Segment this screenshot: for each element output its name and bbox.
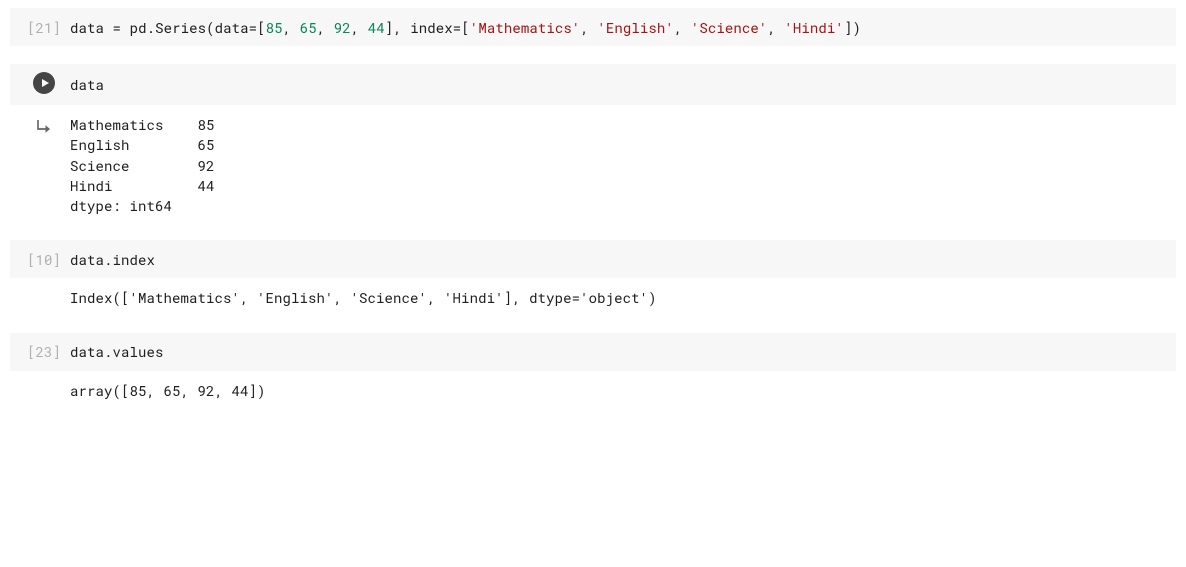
- cell-4-output: array([85, 65, 92, 44]): [70, 381, 266, 401]
- cell-4: [23] data.values array([85, 65, 92, 44]): [10, 333, 1176, 407]
- cell-3-code-row[interactable]: [10] data.index: [10, 240, 1176, 278]
- cell-2: data Mathematics 85 English 65 Science 9…: [10, 64, 1176, 222]
- run-cell-button[interactable]: [31, 70, 57, 96]
- cell-4-output-row: array([85, 65, 92, 44]): [10, 371, 1176, 407]
- output-indicator-icon: [35, 117, 53, 135]
- cell-3-output-gutter: [18, 288, 70, 290]
- cell-4-code-row[interactable]: [23] data.values: [10, 333, 1176, 371]
- cell-2-run-gutter: [18, 70, 70, 99]
- arrow-out-icon: [35, 117, 53, 135]
- cell-3-execution-count: [10]: [18, 250, 70, 269]
- cell-3-output-row: Index(['Mathematics', 'English', 'Scienc…: [10, 278, 1176, 314]
- cell-4-output-gutter: [18, 381, 70, 383]
- cell-3-code[interactable]: data.index: [70, 250, 155, 269]
- cell-2-output: Mathematics 85 English 65 Science 92 Hin…: [70, 115, 215, 216]
- cell-4-code[interactable]: data.values: [70, 342, 164, 361]
- cell-1-code-row[interactable]: [21] data = pd.Series(data=[85, 65, 92, …: [10, 8, 1176, 46]
- cell-3-output: Index(['Mathematics', 'English', 'Scienc…: [70, 288, 657, 308]
- cell-1: [21] data = pd.Series(data=[85, 65, 92, …: [10, 8, 1176, 46]
- cell-1-execution-count: [21]: [18, 18, 70, 37]
- cell-4-execution-count: [23]: [18, 342, 70, 361]
- cell-1-code[interactable]: data = pd.Series(data=[85, 65, 92, 44], …: [70, 18, 861, 37]
- cell-2-code[interactable]: data: [70, 75, 104, 94]
- cell-3: [10] data.index Index(['Mathematics', 'E…: [10, 240, 1176, 314]
- cell-2-output-gutter: [18, 115, 70, 135]
- cell-2-code-row[interactable]: data: [10, 64, 1176, 105]
- play-icon: [32, 71, 56, 95]
- notebook-body: [21] data = pd.Series(data=[85, 65, 92, …: [0, 0, 1186, 435]
- cell-2-output-row: Mathematics 85 English 65 Science 92 Hin…: [10, 105, 1176, 222]
